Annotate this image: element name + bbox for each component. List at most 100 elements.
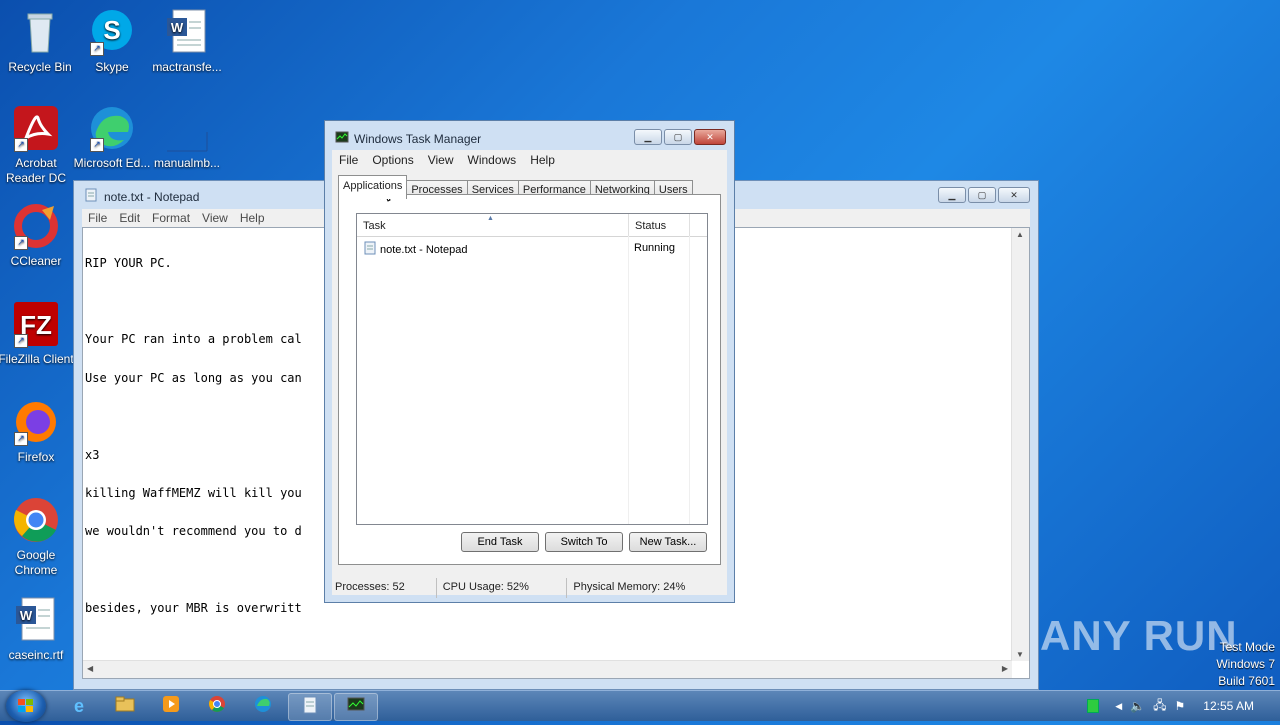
column-task-label: Task bbox=[363, 220, 386, 232]
task-manager-statusbar: Processes: 52 CPU Usage: 52% Physical Me… bbox=[332, 578, 727, 598]
scroll-left-icon[interactable]: ◀ bbox=[87, 664, 93, 673]
ccleaner-icon: ↗ bbox=[12, 202, 60, 250]
menu-view[interactable]: View bbox=[196, 209, 234, 227]
scroll-up-icon[interactable]: ▲ bbox=[1016, 230, 1024, 239]
taskbar-notepad[interactable] bbox=[288, 693, 332, 721]
switch-to-button[interactable]: Switch To bbox=[545, 532, 623, 552]
acrobat-reader-icon: ↗ bbox=[12, 104, 60, 152]
menu-format[interactable]: Format bbox=[146, 209, 196, 227]
svg-text:S: S bbox=[103, 15, 120, 45]
column-header-status[interactable]: Status bbox=[629, 214, 690, 236]
minimize-button[interactable]: ▁ bbox=[938, 187, 966, 203]
desktop-icon-chrome[interactable]: Google Chrome bbox=[0, 496, 76, 578]
firefox-icon: ↗ bbox=[12, 398, 60, 446]
word-document-icon: W bbox=[163, 8, 211, 56]
taskbar-task-manager[interactable] bbox=[334, 693, 378, 721]
desktop-icon-mactransfer[interactable]: W mactransfe... bbox=[147, 8, 227, 75]
menu-view[interactable]: View bbox=[421, 150, 461, 170]
cpu-usage: CPU Usage: 52% bbox=[437, 578, 568, 598]
desktop-icon-ccleaner[interactable]: ↗ CCleaner bbox=[0, 202, 76, 269]
desktop-icon-manualmb[interactable]: manualmb... bbox=[147, 104, 227, 171]
desktop-icon-acrobat[interactable]: ↗ Acrobat Reader DC bbox=[0, 104, 76, 186]
test-mode-watermark: Test Mode Windows 7 Build 7601 bbox=[1216, 639, 1275, 690]
desktop-icon-label: Microsoft Ed... bbox=[73, 156, 151, 170]
desktop-icon-label: Firefox bbox=[17, 450, 55, 464]
taskbar-internet-explorer[interactable]: e bbox=[58, 693, 100, 719]
close-button[interactable]: ✕ bbox=[694, 129, 726, 145]
taskbar-media-player[interactable] bbox=[150, 693, 192, 719]
task-manager-body: Applications Processes Services Performa… bbox=[332, 170, 727, 598]
clock[interactable]: 12:55 AM bbox=[1203, 699, 1254, 713]
processes-count: Processes: 52 bbox=[332, 578, 437, 598]
maximize-button[interactable]: ▢ bbox=[968, 187, 996, 203]
horizontal-scrollbar[interactable]: ◀ ▶ bbox=[83, 660, 1012, 678]
desktop-icon-skype[interactable]: S ↗ Skype bbox=[72, 8, 152, 75]
task-name-cell: note.txt - Notepad bbox=[363, 241, 467, 258]
text-line bbox=[85, 410, 302, 423]
desktop-icon-label: CCleaner bbox=[10, 254, 62, 268]
notepad-icon bbox=[302, 696, 318, 718]
taskbar: e ◀ 🔈 🖧 ⚑ 12:55 AM bbox=[0, 690, 1280, 722]
speaker-icon[interactable]: 🔈 bbox=[1130, 699, 1145, 713]
test-mode-line: Test Mode bbox=[1219, 640, 1275, 654]
text-line: Your PC ran into a problem cal bbox=[85, 332, 302, 347]
menu-windows[interactable]: Windows bbox=[461, 150, 524, 170]
desktop-icon-recycle-bin[interactable]: Recycle Bin bbox=[0, 8, 80, 75]
notepad-window-controls: ▁ ▢ ✕ bbox=[938, 187, 1030, 203]
edge-icon bbox=[254, 695, 272, 717]
text-line: we wouldn't recommend you to d bbox=[85, 524, 302, 539]
column-header-task[interactable]: ▲ Task bbox=[357, 214, 629, 236]
action-center-flag-icon[interactable]: ⚑ bbox=[1175, 699, 1186, 713]
menu-edit[interactable]: Edit bbox=[113, 209, 146, 227]
taskbar-edge[interactable] bbox=[242, 693, 284, 719]
table-row[interactable]: note.txt - Notepad Running bbox=[357, 238, 707, 258]
task-list[interactable]: ▲ Task Status note.txt - Notepad Running bbox=[356, 213, 708, 525]
desktop-icon-label: manualmb... bbox=[153, 156, 221, 170]
show-hidden-icons-icon[interactable]: ◀ bbox=[1115, 701, 1122, 712]
text-line bbox=[85, 564, 302, 577]
taskbar-chrome[interactable] bbox=[196, 693, 238, 719]
desktop-icon-label: Recycle Bin bbox=[8, 60, 72, 74]
task-manager-icon bbox=[347, 697, 365, 717]
menu-file[interactable]: File bbox=[82, 209, 113, 227]
notepad-content: RIP YOUR PC. Your PC ran into a problem … bbox=[85, 231, 302, 641]
notepad-icon bbox=[84, 188, 98, 205]
internet-explorer-icon: e bbox=[73, 695, 84, 716]
scroll-down-icon[interactable]: ▼ bbox=[1016, 650, 1024, 659]
desktop-icon-edge[interactable]: ↗ Microsoft Ed... bbox=[72, 104, 152, 182]
menu-help[interactable]: Help bbox=[234, 209, 271, 227]
end-task-button[interactable]: End Task bbox=[461, 532, 539, 552]
text-line bbox=[85, 295, 302, 308]
start-button[interactable] bbox=[6, 690, 46, 722]
filezilla-icon: FZ ↗ bbox=[12, 300, 60, 348]
notepad-titlebar[interactable]: note.txt - Notepad bbox=[84, 188, 199, 205]
tray-green-icon[interactable] bbox=[1087, 699, 1100, 713]
notepad-icon bbox=[363, 241, 377, 258]
menu-options[interactable]: Options bbox=[365, 150, 420, 170]
desktop-icon-label: Skype bbox=[95, 60, 129, 74]
task-status: Running bbox=[634, 242, 675, 254]
scroll-right-icon[interactable]: ▶ bbox=[1002, 664, 1008, 673]
menu-help[interactable]: Help bbox=[523, 150, 562, 170]
menu-file[interactable]: File bbox=[332, 150, 365, 170]
maximize-button[interactable]: ▢ bbox=[664, 129, 692, 145]
tab-applications[interactable]: Applications bbox=[338, 175, 408, 199]
word-document-icon: W bbox=[12, 596, 60, 644]
blank-file-icon bbox=[163, 104, 211, 152]
vertical-scrollbar[interactable]: ▲ ▼ bbox=[1011, 228, 1029, 661]
text-line: Use your PC as long as you can bbox=[85, 370, 302, 385]
desktop-icon-filezilla[interactable]: FZ ↗ FileZilla Client bbox=[0, 300, 76, 367]
close-button[interactable]: ✕ bbox=[998, 187, 1030, 203]
network-icon[interactable]: 🖧 bbox=[1153, 696, 1166, 717]
taskbar-explorer[interactable] bbox=[104, 693, 146, 719]
task-manager-window[interactable]: Windows Task Manager ▁ ▢ ✕ File Options … bbox=[324, 120, 735, 603]
physical-memory: Physical Memory: 24% bbox=[573, 581, 686, 593]
svg-text:W: W bbox=[171, 20, 184, 35]
desktop-icon-caseinc[interactable]: W caseinc.rtf bbox=[0, 596, 76, 663]
desktop-icon-label: caseinc.rtf bbox=[8, 648, 64, 662]
text-line: RIP YOUR PC. bbox=[85, 255, 172, 270]
desktop-icon-firefox[interactable]: ↗ Firefox bbox=[0, 398, 76, 465]
task-manager-titlebar[interactable]: Windows Task Manager bbox=[335, 130, 481, 147]
new-task-button[interactable]: New Task... bbox=[629, 532, 707, 552]
minimize-button[interactable]: ▁ bbox=[634, 129, 662, 145]
